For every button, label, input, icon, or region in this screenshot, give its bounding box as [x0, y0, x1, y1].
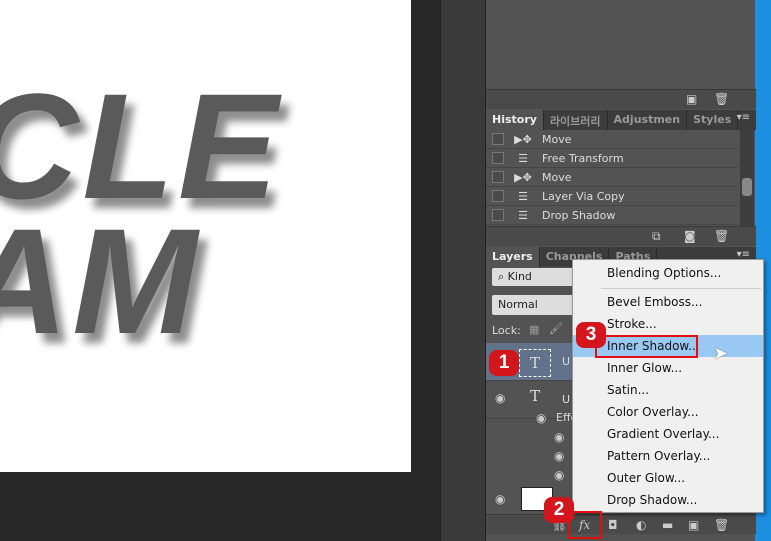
- folder-icon[interactable]: ▬: [662, 518, 673, 532]
- history-label: Layer Via Copy: [542, 189, 625, 203]
- mask-icon[interactable]: ◘: [608, 518, 618, 532]
- menu-item-drop-shadow[interactable]: Drop Shadow...: [573, 489, 763, 511]
- tab-libraries[interactable]: 라이브러리: [544, 110, 608, 130]
- history-item[interactable]: ☰ Drop Shadow: [486, 206, 738, 225]
- camera-icon[interactable]: ◙: [684, 229, 696, 243]
- history-item[interactable]: ▶✥ Move: [486, 168, 738, 187]
- canvas-text-line2: AM: [0, 197, 202, 365]
- menu-item-satin[interactable]: Satin...: [573, 379, 763, 401]
- trash-icon[interactable]: 🗑: [714, 92, 729, 106]
- document-icon: ☰: [518, 208, 528, 222]
- move-icon: ▶✥: [514, 170, 532, 184]
- menu-item-inner-glow[interactable]: Inner Glow...: [573, 357, 763, 379]
- adjustment-icon[interactable]: ◐: [636, 518, 646, 532]
- eye-icon[interactable]: ◉: [495, 492, 505, 506]
- history-label: Move: [542, 132, 572, 146]
- checkbox[interactable]: [492, 190, 504, 202]
- new-icon[interactable]: ▣: [686, 92, 697, 106]
- history-label: Free Transform: [542, 151, 624, 165]
- tab-layers[interactable]: Layers: [486, 247, 540, 267]
- menu-item-outer-glow[interactable]: Outer Glow...: [573, 467, 763, 489]
- history-scrollbar[interactable]: [740, 130, 754, 226]
- scroll-thumb[interactable]: [742, 178, 752, 196]
- eye-icon[interactable]: ◉: [536, 411, 546, 425]
- checkbox[interactable]: [492, 171, 504, 183]
- menu-item-gradient-overlay[interactable]: Gradient Overlay...: [573, 423, 763, 445]
- eye-icon[interactable]: ◉: [554, 449, 564, 463]
- layer-name: U: [562, 355, 571, 368]
- step-badge-1: 1: [489, 350, 519, 376]
- trash-icon[interactable]: 🗑: [714, 229, 729, 243]
- layer-name: U: [562, 393, 571, 406]
- eye-icon[interactable]: ◉: [495, 391, 505, 405]
- trash-icon[interactable]: 🗑: [714, 518, 729, 532]
- menu-item-pattern-overlay[interactable]: Pattern Overlay...: [573, 445, 763, 467]
- text-layer-icon: T: [519, 349, 551, 377]
- tab-styles[interactable]: Styles: [687, 110, 739, 130]
- panel-dock-gap: [440, 0, 485, 541]
- filter-kind-select[interactable]: ⌕ Kind: [492, 268, 582, 286]
- history-label: Move: [542, 170, 572, 184]
- tab-adjustments[interactable]: Adjustmen: [608, 110, 688, 130]
- checkbox[interactable]: [492, 133, 504, 145]
- lock-transparent-icon[interactable]: ▦: [529, 323, 539, 336]
- blend-mode-select[interactable]: Normal: [492, 295, 582, 315]
- history-item[interactable]: ☰ Free Transform: [486, 149, 738, 168]
- step-badge-2: 2: [544, 497, 574, 523]
- mouse-cursor-icon: ➤: [713, 343, 729, 364]
- document-icon: ☰: [518, 151, 528, 165]
- move-icon: ▶✥: [514, 132, 532, 146]
- history-item[interactable]: ▶✥ Move: [486, 130, 738, 149]
- menu-item-blending-options[interactable]: Blending Options...: [573, 262, 763, 284]
- filter-label: Kind: [507, 270, 532, 283]
- lock-brush-icon[interactable]: 🖌: [549, 322, 563, 335]
- highlight-box-inner-shadow: [595, 335, 698, 358]
- layers-footer: ⛓ fx ◘ ◐ ▬ ▣ 🗑: [486, 514, 756, 534]
- menu-item-color-overlay[interactable]: Color Overlay...: [573, 401, 763, 423]
- document-icon: ☰: [518, 189, 528, 203]
- menu-separator: [601, 288, 761, 289]
- history-item[interactable]: ☰ Layer Via Copy: [486, 187, 738, 206]
- layer-style-menu: Blending Options... Bevel Emboss... Stro…: [572, 259, 764, 513]
- tab-history[interactable]: History: [486, 110, 544, 130]
- top-panel-footer: ▣ 🗑: [486, 89, 756, 109]
- new-layer-icon[interactable]: ▣: [688, 518, 699, 532]
- canvas-area: CLE AM: [0, 0, 440, 541]
- lock-label: Lock:: [492, 324, 521, 337]
- eye-icon[interactable]: ◉: [554, 468, 564, 482]
- eye-icon[interactable]: ◉: [554, 430, 564, 444]
- history-list: ▶✥ Move ☰ Free Transform ▶✥ Move ☰ Layer Via…: [486, 130, 756, 226]
- search-icon: ⌕: [498, 270, 508, 283]
- history-tabs: History 라이브러리 Adjustmen Styles ▾≡: [486, 110, 756, 130]
- menu-item-bevel-emboss[interactable]: Bevel Emboss...: [573, 291, 763, 313]
- text-layer-icon: T: [530, 387, 541, 405]
- checkbox[interactable]: [492, 152, 504, 164]
- checkbox[interactable]: [492, 209, 504, 221]
- step-badge-3: 3: [576, 322, 606, 348]
- document-canvas[interactable]: CLE AM: [0, 0, 411, 472]
- new-document-icon[interactable]: ⧉: [652, 229, 661, 244]
- history-label: Drop Shadow: [542, 208, 616, 222]
- panel-menu-icon[interactable]: ▾≡: [737, 112, 750, 123]
- history-footer: ⧉ ◙ 🗑: [486, 226, 756, 246]
